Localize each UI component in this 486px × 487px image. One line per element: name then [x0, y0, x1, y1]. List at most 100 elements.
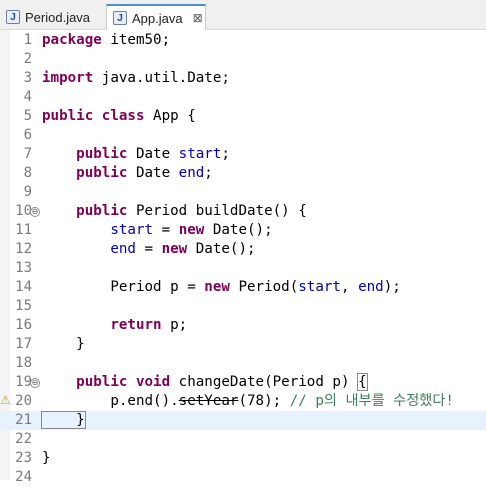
line-number: 23 [15, 450, 32, 466]
line-number: 24 [15, 469, 32, 485]
line-number: 9 [23, 184, 32, 200]
line-number: 2 [23, 51, 32, 67]
line-number: 10 [15, 203, 32, 219]
editor-tab-bar: J Period.java J App.java ⊠ [0, 0, 486, 30]
line-number: 6 [23, 127, 32, 143]
line-number: 14 [15, 279, 32, 295]
code-line: 1 package item50; [0, 31, 486, 50]
code-token: Period buildDate() { [127, 203, 307, 219]
code-text: return p; [42, 316, 187, 335]
line-number: 19 [15, 374, 32, 390]
code-token: ; [221, 146, 230, 162]
line-number: 3 [23, 70, 32, 86]
keyword-token: package [42, 32, 102, 48]
code-line: 15 [0, 297, 486, 316]
keyword-token: new [161, 241, 188, 257]
field-token: start [178, 146, 222, 162]
code-line: 6 [0, 126, 486, 145]
line-number: 5 [23, 108, 32, 124]
code-token: } [42, 450, 51, 466]
code-line: 5 public class App { [0, 107, 486, 126]
code-editor[interactable]: 1 package item50; 2 3 import java.util.D… [0, 30, 486, 485]
line-number: 22 [15, 431, 32, 447]
code-token: ); [383, 279, 401, 295]
line-number: 8 [23, 165, 32, 181]
code-line: 8 public Date end; [0, 164, 486, 183]
code-text: end = new Date(); [42, 240, 256, 259]
code-line: 16 return p; [0, 316, 486, 335]
line-number: 12 [15, 241, 32, 257]
line-number: 13 [15, 260, 32, 276]
comment-token: // p의 내부를 수정했다! [289, 393, 454, 409]
line-number: 17 [15, 336, 32, 352]
keyword-token: new [204, 279, 230, 295]
code-token: Period p = [42, 279, 205, 295]
code-token: Date(); [204, 222, 273, 238]
tab-label: App.java [132, 10, 183, 26]
keyword-token: import [42, 70, 94, 86]
code-text: start = new Date(); [42, 221, 273, 240]
code-line: 17 } [0, 335, 486, 354]
code-token: p; [161, 317, 188, 333]
field-token: end [110, 241, 136, 257]
code-line: 19 ⊖ public void changeDate(Period p) { [0, 373, 486, 392]
code-token: App { [144, 108, 196, 124]
code-token: = [135, 241, 162, 257]
code-token: Date [127, 165, 179, 181]
line-number: 11 [15, 222, 32, 238]
code-line-current: 21 } [0, 411, 486, 430]
code-line: 24 [0, 468, 486, 487]
keyword-token: void [135, 374, 171, 390]
code-token: p.end(). [42, 393, 179, 409]
code-line: ⚠ 20 p.end().setYear(78); // p의 내부를 수정했다! [0, 392, 486, 411]
code-line: 11 start = new Date(); [0, 221, 486, 240]
code-text: Period p = new Period(start, end); [42, 278, 401, 297]
deprecated-method-token: setYear [178, 393, 239, 409]
tab-label: Period.java [25, 9, 91, 25]
field-token: start [298, 279, 341, 295]
java-file-icon: J [113, 11, 127, 25]
code-line: 2 [0, 50, 486, 69]
tab-app-java[interactable]: J App.java ⊠ [106, 4, 206, 30]
code-token: Date [127, 146, 179, 162]
code-text: public void changeDate(Period p) { [42, 373, 368, 392]
fold-toggle-icon[interactable]: ⊖ [30, 207, 40, 217]
keyword-token: public [76, 165, 128, 181]
line-number: 1 [23, 32, 32, 48]
code-line: 10 ⊖ public Period buildDate() { [0, 202, 486, 221]
tab-period-java[interactable]: J Period.java [2, 4, 102, 30]
code-line: 12 end = new Date(); [0, 240, 486, 259]
code-line: 14 Period p = new Period(start, end); [0, 278, 486, 297]
code-token: item50; [101, 32, 171, 48]
code-text: package item50; [42, 31, 170, 50]
code-text: public Date end; [42, 164, 213, 183]
code-token: , [340, 279, 359, 295]
code-line: 13 [0, 259, 486, 278]
code-token: Date(); [187, 241, 256, 257]
field-token: start [110, 222, 154, 238]
code-token: java.util.Date; [93, 70, 230, 86]
keyword-token: class [101, 108, 145, 124]
keyword-token: public [42, 108, 94, 124]
field-token: end [358, 279, 384, 295]
code-token: Period( [229, 279, 299, 295]
code-line: 7 public Date start; [0, 145, 486, 164]
java-file-icon: J [6, 10, 20, 24]
line-number: 21 [15, 412, 32, 428]
close-tab-icon[interactable]: ⊠ [193, 11, 203, 25]
code-text: public class App { [42, 107, 196, 126]
line-number: 7 [23, 146, 32, 162]
keyword-token: return [110, 317, 162, 333]
matching-brace: } [41, 411, 86, 429]
code-line: 18 [0, 354, 486, 373]
fold-toggle-icon[interactable]: ⊖ [30, 378, 40, 388]
code-text: public Period buildDate() { [42, 202, 307, 221]
